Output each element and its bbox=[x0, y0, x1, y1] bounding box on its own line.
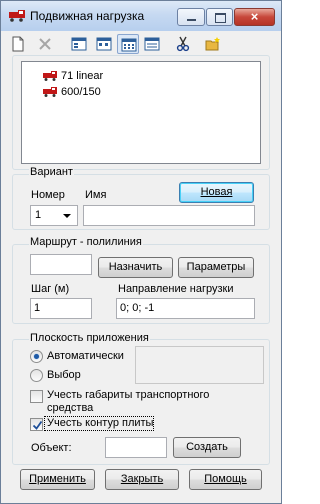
toolbar bbox=[1, 32, 281, 56]
moving-load-dialog: Подвижная нагрузка × 71 linear 600/150 В… bbox=[0, 0, 282, 504]
number-select-value: 1 bbox=[35, 209, 42, 221]
slab-contour-checkbox[interactable] bbox=[30, 418, 43, 431]
checkmark-icon bbox=[32, 420, 43, 430]
loads-list[interactable]: 71 linear 600/150 bbox=[21, 61, 261, 164]
vehicle-dims-checkbox[interactable] bbox=[30, 390, 43, 403]
slab-contour-label: Учесть контур плиты bbox=[47, 417, 154, 429]
name-label: Имя bbox=[85, 189, 107, 201]
object-field[interactable] bbox=[105, 437, 167, 458]
window-title: Подвижная нагрузка bbox=[30, 9, 145, 23]
title-bar[interactable]: Подвижная нагрузка × bbox=[1, 1, 281, 31]
view-4-icon[interactable] bbox=[141, 34, 163, 54]
new-icon[interactable] bbox=[7, 34, 29, 54]
step-field[interactable]: 1 bbox=[30, 298, 92, 319]
list-item-label: 600/150 bbox=[61, 86, 101, 98]
view-3-icon[interactable] bbox=[117, 34, 139, 54]
route-group-title: Маршрут - полилиния bbox=[29, 236, 143, 248]
new-variant-button[interactable]: Новая bbox=[179, 182, 254, 203]
step-label: Шаг (м) bbox=[31, 283, 70, 295]
choice-radio-label: Выбор bbox=[47, 369, 81, 381]
cut-icon[interactable] bbox=[172, 34, 194, 54]
direction-label: Направление нагрузки bbox=[118, 283, 234, 295]
close-icon: × bbox=[250, 9, 259, 24]
open-folder-icon[interactable] bbox=[202, 34, 224, 54]
view-1-icon[interactable] bbox=[68, 34, 90, 54]
vehicle-icon bbox=[43, 87, 57, 97]
apply-label: Применить bbox=[29, 473, 86, 485]
object-label: Объект: bbox=[31, 442, 72, 454]
minimize-button[interactable] bbox=[177, 8, 205, 26]
variant-group-title: Вариант bbox=[29, 166, 74, 178]
close-dialog-button[interactable]: Закрыть bbox=[105, 469, 179, 490]
direction-field[interactable]: 0; 0; -1 bbox=[116, 298, 255, 319]
polyline-field[interactable] bbox=[30, 254, 92, 275]
name-field[interactable] bbox=[83, 205, 255, 226]
chevron-down-icon bbox=[63, 214, 71, 218]
list-item-label: 71 linear bbox=[61, 70, 104, 82]
assign-button[interactable]: Назначить bbox=[98, 257, 173, 278]
vehicle-app-icon bbox=[9, 10, 25, 22]
create-button[interactable]: Создать bbox=[173, 437, 241, 458]
delete-icon[interactable] bbox=[34, 34, 56, 54]
plane-group-title: Плоскость приложения bbox=[29, 332, 150, 344]
number-select[interactable]: 1 bbox=[30, 205, 78, 226]
choice-radio[interactable] bbox=[30, 369, 43, 382]
vehicle-dims-label-1: Учесть габариты транспортного bbox=[47, 389, 210, 401]
number-label: Номер bbox=[31, 189, 65, 201]
view-2-icon[interactable] bbox=[93, 34, 115, 54]
close-label: Закрыть bbox=[120, 473, 164, 485]
vehicle-dims-label-2: средства bbox=[47, 402, 94, 414]
apply-button[interactable]: Применить bbox=[20, 469, 95, 490]
auto-radio-label: Автоматически bbox=[47, 350, 124, 362]
close-button[interactable]: × bbox=[234, 8, 275, 26]
auto-radio[interactable] bbox=[30, 350, 43, 363]
new-variant-label: Новая bbox=[200, 186, 233, 198]
maximize-button[interactable] bbox=[206, 8, 233, 26]
vehicle-icon bbox=[43, 71, 57, 81]
parameters-button[interactable]: Параметры bbox=[178, 257, 254, 278]
help-button[interactable]: Помощь bbox=[189, 469, 262, 490]
help-label: Помощь bbox=[204, 473, 247, 485]
plane-choice-box bbox=[135, 346, 264, 384]
